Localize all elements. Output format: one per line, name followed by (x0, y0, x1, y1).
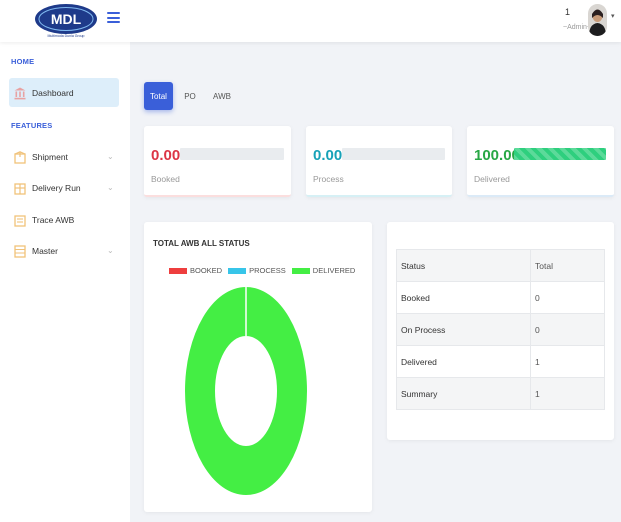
chart-card: TOTAL AWB ALL STATUS BOOKED PROCESS DELI… (144, 222, 372, 512)
chevron-down-icon[interactable]: ⌄ (107, 246, 114, 255)
table-cell: On Process (396, 313, 531, 346)
sidebar-item-dashboard[interactable]: Dashboard (14, 86, 74, 100)
stat-value: 100.00 (474, 147, 520, 164)
legend-label: DELIVERED (312, 266, 356, 275)
progress-bar (180, 148, 284, 160)
sidebar-item-trace-awb[interactable]: Trace AWB (14, 213, 74, 227)
table-cell: 0 (530, 313, 605, 346)
chart-title: TOTAL AWB ALL STATUS (153, 239, 250, 248)
table-header-row: Status Total (396, 249, 605, 282)
logo-text: MDL (51, 11, 82, 27)
chevron-down-icon[interactable]: ⌄ (107, 152, 114, 161)
chevron-down-icon[interactable]: ⌄ (107, 183, 114, 192)
sidebar: HOME Dashboard FEATURES Shipment ⌄ Deliv… (0, 42, 130, 522)
truck-icon (14, 182, 26, 195)
stat-card-process: 0.00 Process (306, 126, 452, 197)
box-icon (14, 150, 26, 164)
table-cell: 1 (530, 345, 605, 378)
sidebar-item-label: Shipment (32, 152, 68, 162)
table-cell: 0 (530, 281, 605, 314)
sidebar-item-delivery-run[interactable]: Delivery Run (14, 181, 81, 195)
sidebar-section-home: HOME (11, 57, 35, 66)
legend-label: PROCESS (249, 266, 286, 275)
sidebar-item-label: Master (32, 246, 58, 256)
table-header-cell: Status (396, 249, 531, 282)
legend-swatch (169, 267, 187, 274)
sidebar-item-shipment[interactable]: Shipment (14, 150, 68, 164)
stat-value: 0.00 (151, 147, 181, 164)
mdl-logo[interactable]: MDL Multimoda Dunia Group (34, 3, 98, 39)
legend-swatch (291, 267, 310, 274)
top-bar: MDL Multimoda Dunia Group 1 ~Admin~ ▾ (0, 0, 621, 42)
stat-card-delivered: 100.00 Delivered (467, 126, 614, 197)
chart-legend: BOOKED PROCESS DELIVERED (169, 266, 361, 275)
sidebar-item-label: Dashboard (32, 88, 74, 98)
tab-total[interactable]: Total (144, 82, 173, 110)
donut-chart (185, 287, 307, 495)
legend-label: BOOKED (190, 266, 223, 275)
legend-item-delivered[interactable]: DELIVERED (291, 266, 356, 275)
tab-awb[interactable]: AWB (209, 82, 235, 110)
sidebar-section-features: FEATURES (11, 121, 53, 130)
avatar[interactable] (588, 4, 607, 36)
stat-label: Booked (151, 174, 180, 184)
table-cell: Delivered (396, 345, 531, 378)
table-cell: Booked (396, 281, 531, 314)
status-table-card: Status Total Booked 0 On Process 0 Deliv… (387, 222, 614, 440)
table-row: Summary 1 (396, 377, 605, 410)
table-header-cell: Total (530, 249, 605, 282)
user-menu-caret-icon[interactable]: ▾ (611, 12, 615, 20)
sidebar-item-label: Trace AWB (32, 215, 75, 225)
table-row: Booked 0 (396, 281, 605, 314)
table-cell: 1 (530, 377, 605, 410)
stat-label: Process (313, 174, 344, 184)
table-cell: Summary (396, 377, 531, 410)
grid-icon (14, 244, 26, 258)
tab-po[interactable]: PO (180, 82, 200, 110)
stat-label: Delivered (474, 174, 510, 184)
logo-tagline: Multimoda Dunia Group (48, 34, 85, 38)
status-table: Status Total Booked 0 On Process 0 Deliv… (396, 249, 605, 410)
user-number: 1 (565, 7, 571, 17)
progress-bar (342, 148, 445, 160)
hamburger-menu-icon[interactable] (107, 12, 120, 23)
sidebar-item-master[interactable]: Master (14, 244, 58, 258)
legend-swatch (228, 267, 247, 274)
bank-icon (14, 87, 26, 99)
stat-card-booked: 0.00 Booked (144, 126, 291, 197)
table-row: Delivered 1 (396, 345, 605, 378)
user-role: ~Admin~ (563, 24, 592, 31)
legend-item-booked[interactable]: BOOKED (169, 266, 222, 275)
stat-value: 0.00 (313, 147, 343, 164)
legend-item-process[interactable]: PROCESS (228, 266, 286, 275)
sidebar-item-label: Delivery Run (32, 183, 81, 193)
table-row: On Process 0 (396, 313, 605, 346)
progress-bar-fill (514, 148, 606, 160)
search-icon (14, 214, 26, 227)
